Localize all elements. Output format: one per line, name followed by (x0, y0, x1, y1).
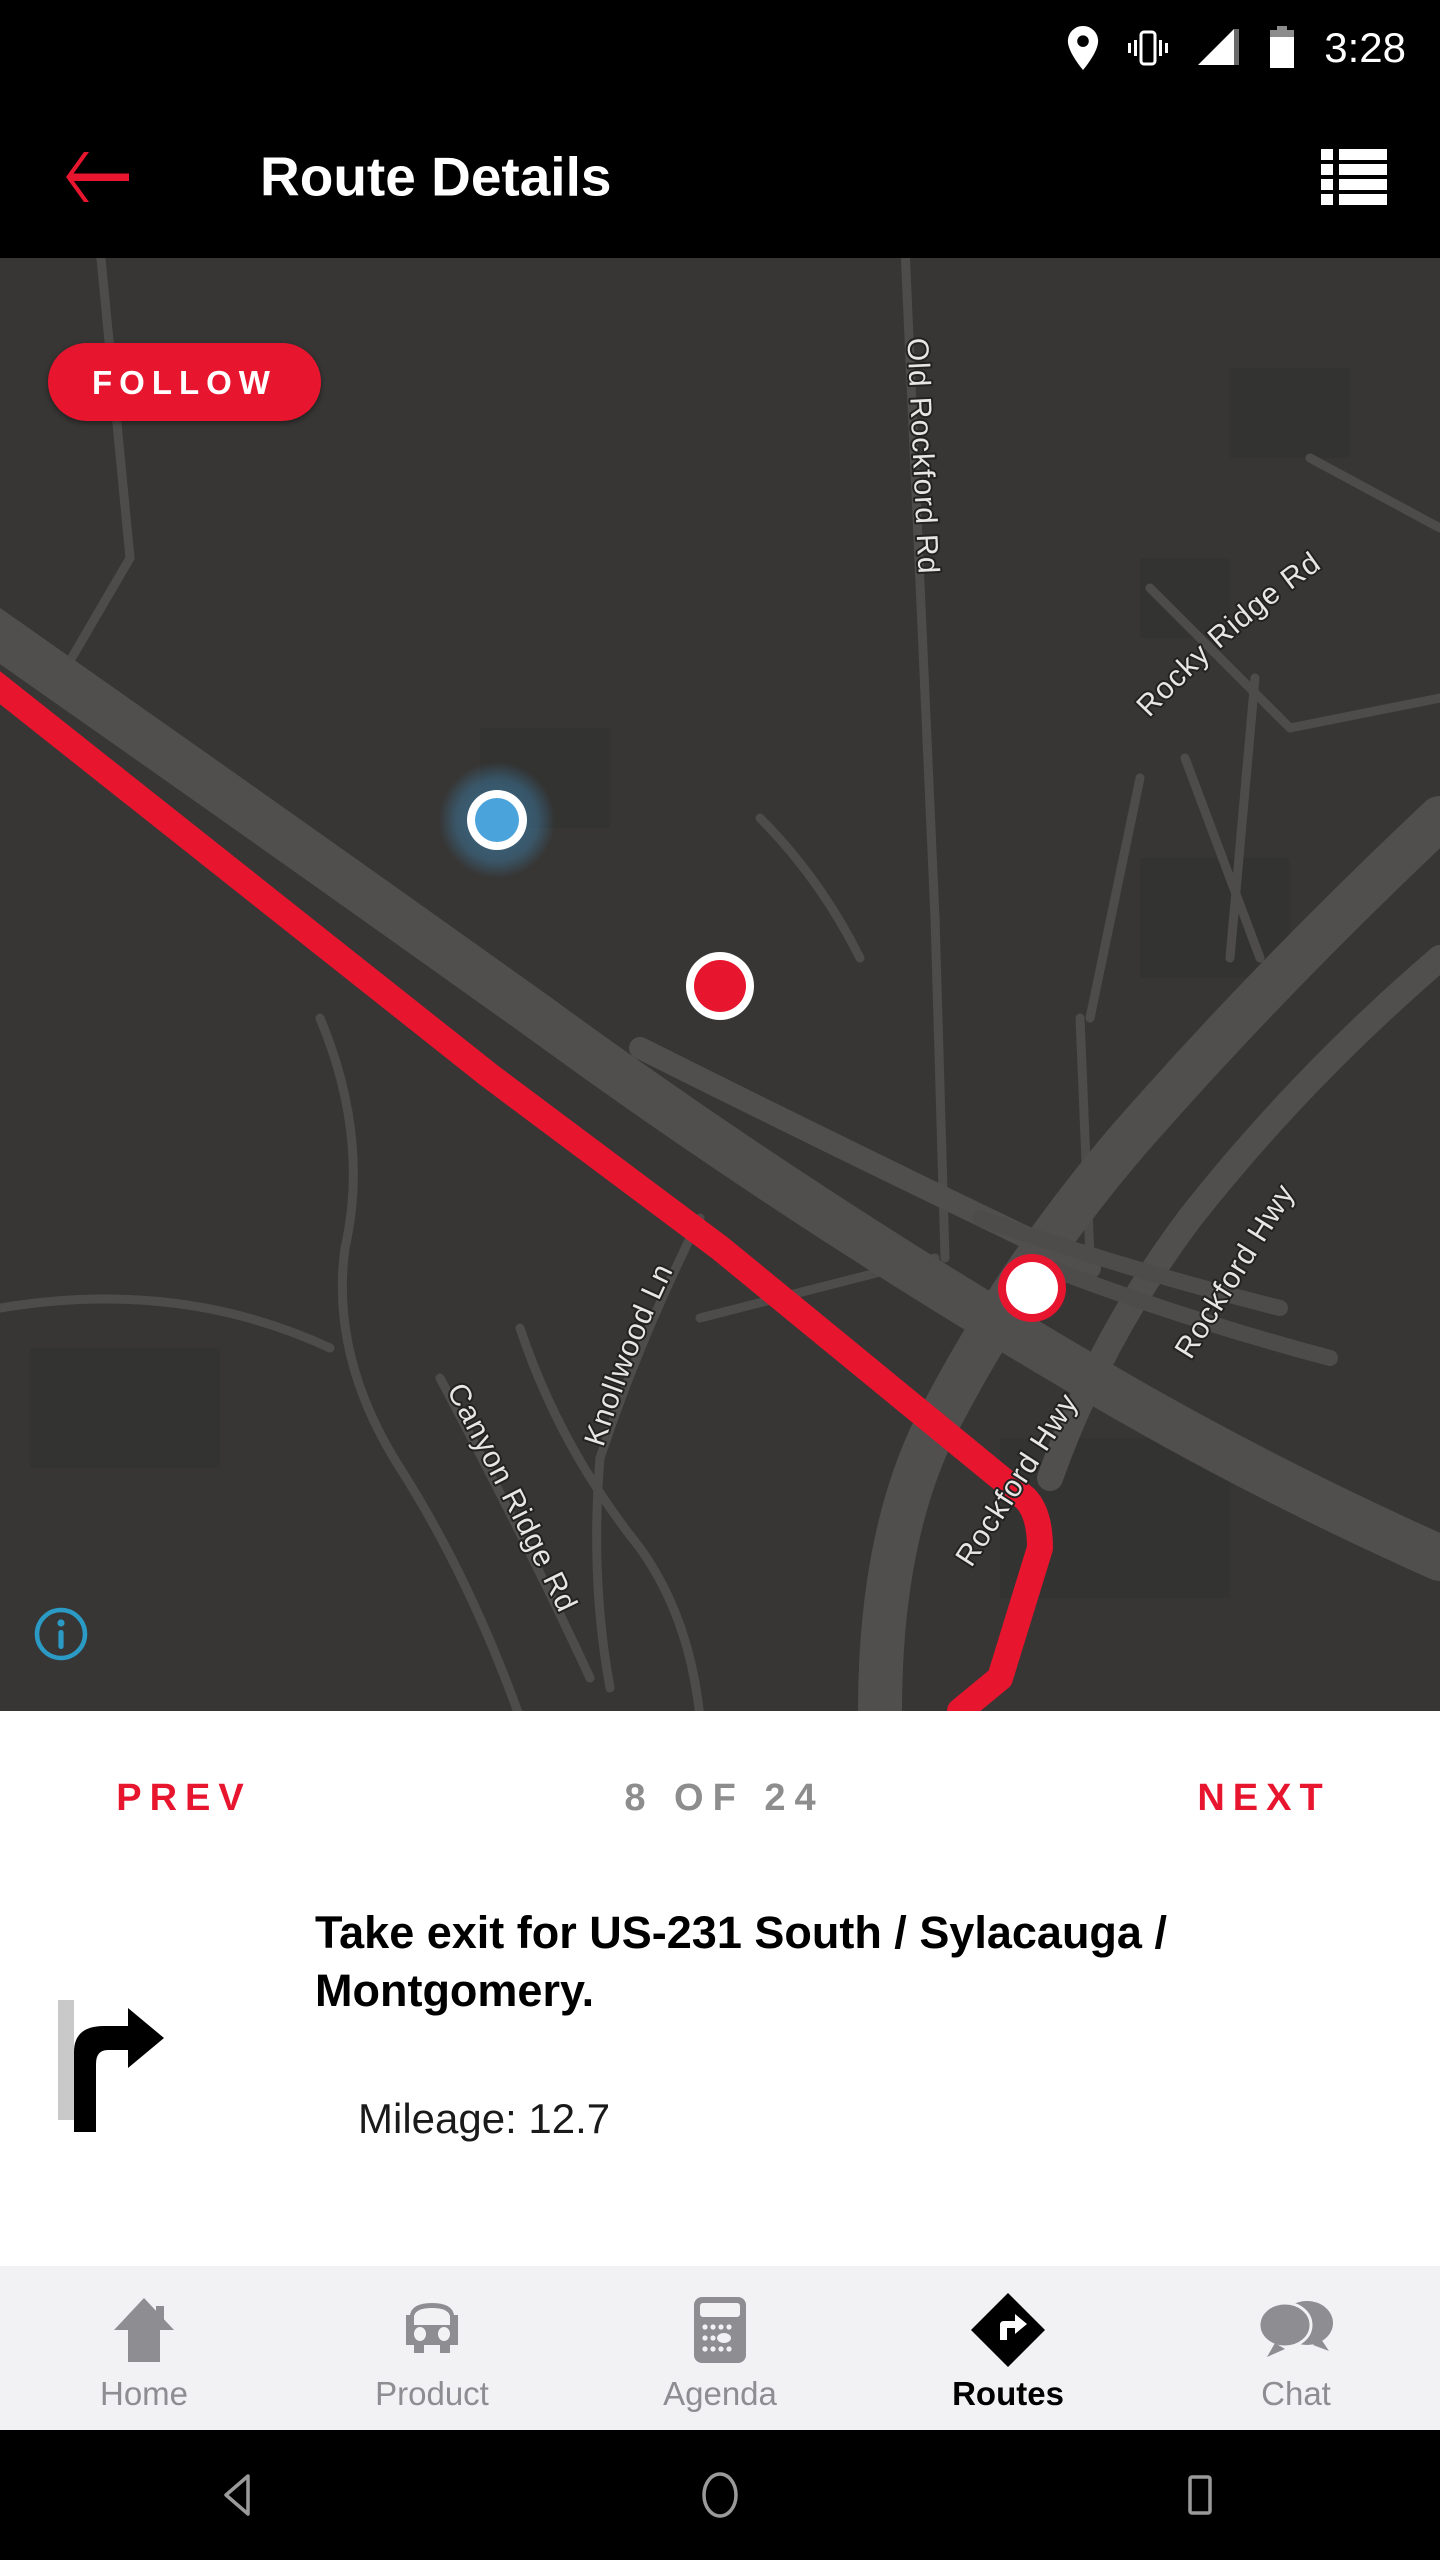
car-icon (396, 2293, 468, 2367)
nav-item-routes[interactable]: Routes (864, 2266, 1152, 2430)
follow-button-label: FOLLOW (92, 363, 277, 401)
nav-label: Home (99, 2374, 189, 2412)
chat-bubbles-icon (1257, 2293, 1335, 2367)
nav-label: Chat (1261, 2374, 1331, 2412)
location-pin-icon (1066, 25, 1100, 70)
map-canvas: Old Rockford Rd Rocky Ridge Rd Rockford … (0, 258, 1440, 1711)
status-bar: 3:28 (0, 0, 1440, 95)
app-bar: Route Details (0, 95, 1440, 258)
android-home-icon (702, 2472, 738, 2518)
maneuver-marker (998, 1254, 1066, 1322)
current-location-marker (439, 762, 555, 878)
battery-icon (1268, 25, 1296, 70)
status-time: 3:28 (1324, 23, 1406, 71)
back-button[interactable] (62, 141, 134, 213)
list-icon (1321, 148, 1387, 205)
map-view[interactable]: Old Rockford Rd Rocky Ridge Rd Rockford … (0, 258, 1440, 1711)
calendar-icon (692, 2293, 748, 2367)
turn-right-exit-icon (52, 1996, 172, 2136)
vibrate-icon (1126, 27, 1170, 69)
instruction-text: Take exit for US-231 South / Sylacauga /… (315, 1907, 1167, 2016)
nav-item-product[interactable]: Product (288, 2266, 576, 2430)
bottom-navigation: Home Product Agenda Routes Chat (0, 2266, 1440, 2430)
page-title: Route Details (260, 145, 612, 207)
back-arrow-icon (66, 151, 129, 202)
android-back-button[interactable] (0, 2468, 480, 2522)
step-counter: 8 OF 24 (624, 1777, 825, 1819)
signal-icon (1196, 27, 1242, 69)
nav-item-home[interactable]: Home (0, 2266, 288, 2430)
list-menu-button[interactable] (1316, 139, 1392, 215)
android-home-button[interactable] (480, 2468, 960, 2522)
map-label: Knollwood Ln (578, 1258, 680, 1450)
app-screen: 3:28 Route Details Old Rockford Rd Rocky… (0, 0, 1440, 2560)
nav-label: Product (375, 2374, 489, 2412)
next-step-button[interactable]: NEXT (1080, 1777, 1440, 1820)
mileage-text: Mileage: 12.7 (358, 2095, 611, 2142)
home-icon (112, 2293, 176, 2367)
map-info-button[interactable] (32, 1605, 90, 1663)
nav-label: Agenda (663, 2374, 777, 2412)
nav-label: Routes (952, 2374, 1064, 2412)
directions-diamond-icon (970, 2292, 1046, 2367)
android-back-icon (224, 2474, 250, 2516)
android-recents-button[interactable] (960, 2468, 1440, 2522)
android-recents-icon (1188, 2475, 1212, 2515)
nav-item-agenda[interactable]: Agenda (576, 2266, 864, 2430)
prev-step-button[interactable]: PREV (0, 1777, 360, 1820)
system-navigation-bar (0, 2430, 1440, 2560)
waypoint-marker (686, 952, 754, 1020)
instruction-panel: Take exit for US-231 South / Sylacauga /… (0, 1886, 1440, 2266)
info-icon (34, 1607, 88, 1661)
step-navigation: PREV 8 OF 24 NEXT (0, 1711, 1440, 1886)
map-label: Old Rockford Rd (900, 337, 944, 575)
follow-button[interactable]: FOLLOW (48, 343, 321, 421)
nav-item-chat[interactable]: Chat (1152, 2266, 1440, 2430)
